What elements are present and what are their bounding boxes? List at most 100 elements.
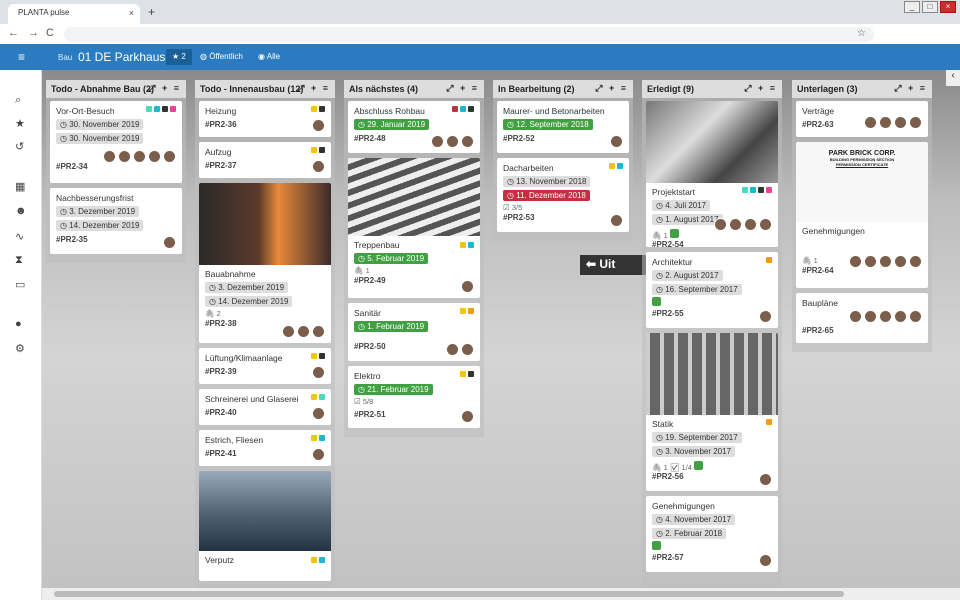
window-close-button[interactable]: ×	[940, 1, 956, 13]
card[interactable]: Dacharbeiten 13. November 2018 11. Dezem…	[497, 158, 629, 232]
avatar[interactable]	[148, 150, 161, 163]
card[interactable]: Heizung #PR2-36	[199, 101, 331, 137]
avatar[interactable]	[431, 135, 444, 148]
card[interactable]: Statik 19. September 2017 3. November 20…	[646, 333, 778, 491]
card[interactable]: Architektur 2. August 2017 16. September…	[646, 252, 778, 328]
avatar[interactable]	[610, 135, 623, 148]
column-header[interactable]: Erledigt (9) ⤢ + ≡	[642, 80, 782, 98]
avatar[interactable]	[610, 214, 623, 227]
browser-tab[interactable]: PLANTA pulse ×	[8, 4, 140, 24]
card[interactable]: Elektro 21. Februar 2019 ☑ 5/8 #PR2-51	[348, 366, 480, 428]
address-bar[interactable]: ☆	[64, 27, 874, 42]
breadcrumb[interactable]: Bau	[58, 53, 72, 62]
avatar[interactable]	[461, 410, 474, 423]
history-icon[interactable]: ↺	[15, 140, 24, 153]
pulse-icon[interactable]: ∿	[15, 230, 24, 243]
avatar[interactable]	[864, 310, 877, 323]
card[interactable]: Verträge #PR2-63	[796, 101, 928, 137]
card[interactable]: Nachbesserungsfrist 3. Dezember 2019 14.…	[50, 188, 182, 254]
avatar[interactable]	[759, 218, 772, 231]
avatar[interactable]	[909, 255, 922, 268]
avatar[interactable]	[282, 325, 295, 338]
reload-button[interactable]: C	[46, 27, 54, 39]
card[interactable]: Schreinerei und Glaserei #PR2-40	[199, 389, 331, 425]
column-header[interactable]: Todo - Innenausbau (12) ⤢ + ≡	[195, 80, 335, 98]
avatar[interactable]	[297, 325, 310, 338]
column-actions[interactable]: ⤢ + ≡	[297, 83, 330, 94]
avatar[interactable]	[461, 280, 474, 293]
favorites-button[interactable]: ★ 2	[166, 49, 192, 65]
avatar[interactable]	[133, 150, 146, 163]
avatar[interactable]	[118, 150, 131, 163]
avatar[interactable]	[879, 310, 892, 323]
avatar[interactable]	[894, 310, 907, 323]
card[interactable]: Aufzug #PR2-37	[199, 142, 331, 178]
bookmark-star-icon[interactable]: ☆	[857, 28, 866, 39]
avatar[interactable]	[849, 255, 862, 268]
column-actions[interactable]: ⤢ + ≡	[595, 83, 628, 94]
board-icon[interactable]: ▦	[15, 180, 25, 193]
column-actions[interactable]: ⤢ + ≡	[744, 83, 777, 94]
scrollbar-thumb[interactable]	[54, 591, 844, 597]
avatar[interactable]	[312, 160, 325, 173]
avatar[interactable]	[879, 116, 892, 129]
avatar[interactable]	[446, 135, 459, 148]
public-filter[interactable]: ◍ Öffentlich	[200, 52, 243, 61]
avatar[interactable]	[759, 473, 772, 486]
avatar[interactable]	[864, 116, 877, 129]
card[interactable]: Maurer- und Betonarbeiten 12. September …	[497, 101, 629, 153]
avatar[interactable]	[909, 310, 922, 323]
avatar[interactable]	[744, 218, 757, 231]
column-header[interactable]: In Bearbeitung (2) ⤢ + ≡	[493, 80, 633, 98]
avatar[interactable]	[163, 150, 176, 163]
card[interactable]: Bauabnahme 3. Dezember 2019 14. Dezember…	[199, 183, 331, 343]
avatar[interactable]	[312, 325, 325, 338]
avatar[interactable]	[759, 310, 772, 323]
settings-gear-icon[interactable]: ⚙	[15, 342, 25, 355]
card[interactable]: Lüftung/Klimaanlage #PR2-39	[199, 348, 331, 384]
column-actions[interactable]: ⤢ + ≡	[446, 83, 479, 94]
hourglass-icon[interactable]: ⧗	[15, 254, 23, 267]
avatar[interactable]	[312, 448, 325, 461]
tab-close-icon[interactable]: ×	[129, 8, 134, 18]
hamburger-menu-icon[interactable]: ≡	[18, 50, 25, 64]
avatar[interactable]	[894, 255, 907, 268]
horizontal-scrollbar[interactable]	[42, 588, 960, 600]
search-icon[interactable]: ⌕	[15, 94, 21, 107]
avatar[interactable]	[909, 116, 922, 129]
avatar[interactable]	[312, 366, 325, 379]
avatar[interactable]	[849, 310, 862, 323]
column-actions[interactable]: ⤢ + ≡	[148, 83, 181, 94]
card[interactable]: Estrich, Fliesen #PR2-41	[199, 430, 331, 466]
minimize-button[interactable]: _	[904, 1, 920, 13]
archive-icon[interactable]: ▭	[15, 278, 25, 291]
collapse-panel-button[interactable]: ‹	[946, 70, 960, 86]
avatar[interactable]	[461, 343, 474, 356]
avatar[interactable]	[864, 255, 877, 268]
avatar[interactable]	[729, 218, 742, 231]
avatar[interactable]	[879, 255, 892, 268]
avatar[interactable]	[461, 135, 474, 148]
card[interactable]: Genehmigungen 4. November 2017 2. Februa…	[646, 496, 778, 572]
avatar[interactable]	[714, 218, 727, 231]
column-header[interactable]: Als nächstes (4) ⤢ + ≡	[344, 80, 484, 98]
avatar[interactable]	[759, 554, 772, 567]
card[interactable]: Sanitär 1. Februar 2019 #PR2-50	[348, 303, 480, 361]
card[interactable]: Treppenbau 5. Februar 2019 🖇 1 #PR2-49	[348, 158, 480, 298]
back-button[interactable]: ←	[8, 27, 19, 39]
user-icon[interactable]: ●	[15, 318, 22, 330]
avatar[interactable]	[103, 150, 116, 163]
avatar[interactable]	[163, 236, 176, 249]
card[interactable]: Abschluss Rohbau 29. Januar 2019 #PR2-48	[348, 101, 480, 153]
maximize-button[interactable]: □	[922, 1, 938, 13]
column-header[interactable]: Unterlagen (3) ⤢ + ≡	[792, 80, 932, 98]
avatar[interactable]	[894, 116, 907, 129]
users-icon[interactable]: ☻	[15, 205, 27, 217]
avatar[interactable]	[446, 343, 459, 356]
avatar[interactable]	[312, 407, 325, 420]
card[interactable]: Vor-Ort-Besuch 30. November 2019 30. Nov…	[50, 101, 182, 183]
card[interactable]: Verputz	[199, 471, 331, 581]
column-actions[interactable]: ⤢ + ≡	[894, 83, 927, 94]
card[interactable]: Projektstart 4. Juli 2017 1. August 2017…	[646, 101, 778, 247]
column-header[interactable]: Todo - Abnahme Bau (2) ⤢ + ≡	[46, 80, 186, 98]
